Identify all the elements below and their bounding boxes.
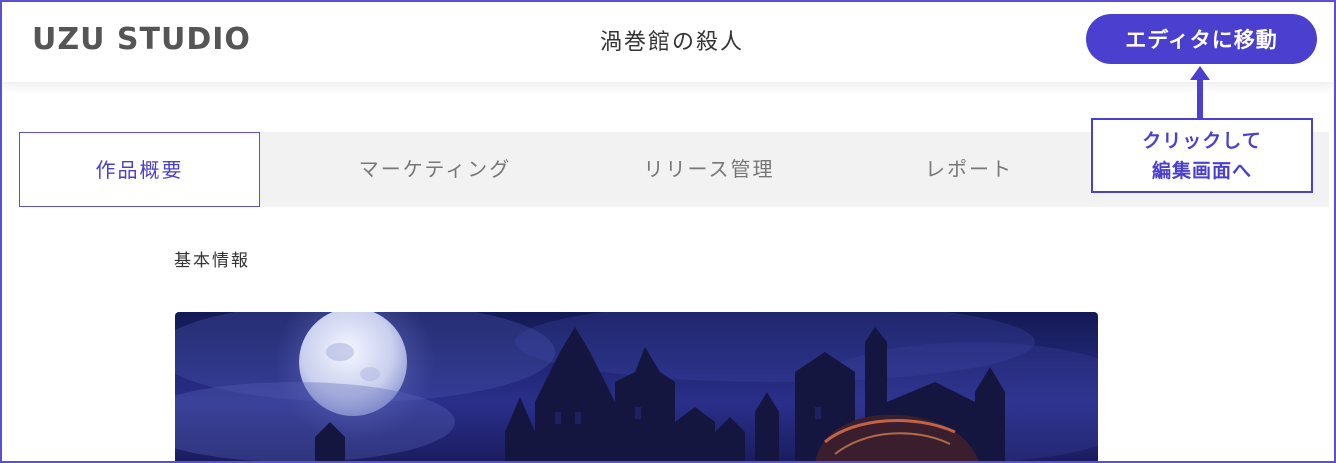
tab-report[interactable]: レポート: [859, 132, 1079, 207]
callout-arrow-up-icon: [1190, 66, 1210, 118]
section-heading-basic-info: 基本情報: [174, 251, 250, 271]
callout-line-2: 編集画面へ: [1151, 160, 1252, 182]
tab-release-management[interactable]: リリース管理: [574, 132, 844, 207]
tab-overview[interactable]: 作品概要: [19, 132, 260, 207]
haunted-mansion-illustration: [175, 312, 1098, 463]
work-title: 渦巻館の殺人: [599, 30, 744, 55]
uzu-studio-logo[interactable]: UZU STUDIO: [32, 22, 251, 57]
callout-line-1: クリックして: [1142, 130, 1262, 152]
callout-annotation: クリックして 編集画面へ: [1091, 118, 1313, 193]
go-to-editor-button[interactable]: エディタに移動: [1086, 14, 1317, 64]
tab-marketing[interactable]: マーケティング: [260, 132, 610, 207]
cover-image: [175, 312, 1098, 463]
app-header: UZU STUDIO 渦巻館の殺人 エディタに移動: [2, 2, 1334, 82]
